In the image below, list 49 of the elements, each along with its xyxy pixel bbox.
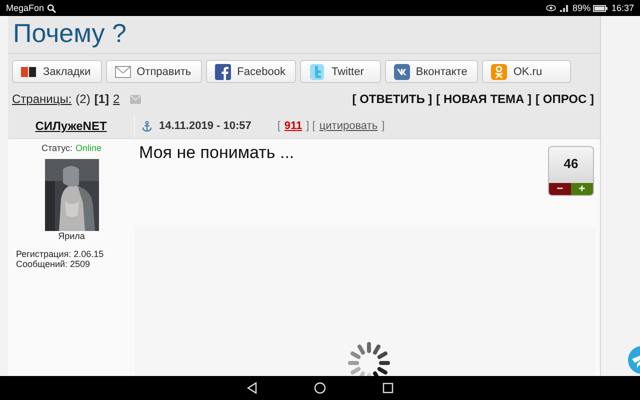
signal-icon [559, 4, 570, 12]
ok-icon [491, 64, 508, 80]
rating-value: 46 [564, 156, 578, 171]
bracket-text: ] [ [306, 120, 316, 132]
action-link[interactable]: [ НОВАЯ ТЕМА ] [436, 92, 532, 106]
action-link[interactable]: [ ОТВЕТИТЬ ] [352, 92, 432, 106]
page-link[interactable]: [1] [94, 92, 110, 106]
eye-icon [546, 4, 556, 12]
user-rank: Ярила [58, 231, 85, 241]
post-text: Моя не понимать ... [139, 143, 294, 164]
action-link[interactable]: [ ОПРОС ] [536, 92, 594, 106]
telegram-icon [626, 346, 640, 374]
vk-icon [394, 64, 410, 80]
quote-link[interactable]: цитировать [319, 120, 378, 132]
minus-button[interactable]: − [549, 183, 571, 195]
envelope-icon [130, 94, 141, 104]
recents-icon [382, 382, 394, 394]
battery-icon [593, 4, 608, 12]
share-button[interactable]: Вконтакте [384, 60, 478, 83]
plus-button[interactable]: + [571, 183, 593, 195]
facebook-icon [215, 64, 232, 80]
pages-link[interactable]: Страницы: [12, 92, 72, 106]
online-status: Online [75, 143, 102, 153]
back-icon [246, 382, 258, 394]
status-label: Статус: [42, 143, 72, 153]
carrier-name: MegaFon [6, 3, 44, 13]
home-icon [314, 382, 326, 394]
share-button[interactable]: OK.ru [482, 60, 572, 83]
share-button[interactable]: Facebook [206, 60, 296, 83]
page-link[interactable]: 2 [113, 92, 120, 106]
page-count: (2) [76, 92, 90, 106]
bracket-text: ] [382, 120, 385, 132]
twitter-icon [309, 62, 326, 80]
share-button[interactable]: Twitter [300, 60, 381, 83]
author-name[interactable]: СИЛужеNET [35, 119, 107, 133]
anchor-icon [142, 120, 152, 132]
post-number-link[interactable]: 911 [284, 120, 302, 132]
search-icon [47, 4, 56, 12]
bracket-text: [ [277, 120, 280, 132]
envelope-icon [114, 66, 131, 78]
post-date: 14.11.2019 - 10:57 [159, 120, 252, 132]
topic-title: Почему ? [12, 17, 128, 49]
share-button[interactable]: Отправить [106, 60, 202, 83]
registration-date: Регистрация: 2.06.15 [16, 249, 104, 259]
battery-percent: 89% [572, 3, 590, 13]
message-count: Сообщений: 2509 [16, 259, 90, 269]
clock-time: 16:37 [611, 3, 634, 13]
share-button[interactable]: Закладки [12, 60, 102, 83]
ya-logo-icon [21, 66, 37, 78]
